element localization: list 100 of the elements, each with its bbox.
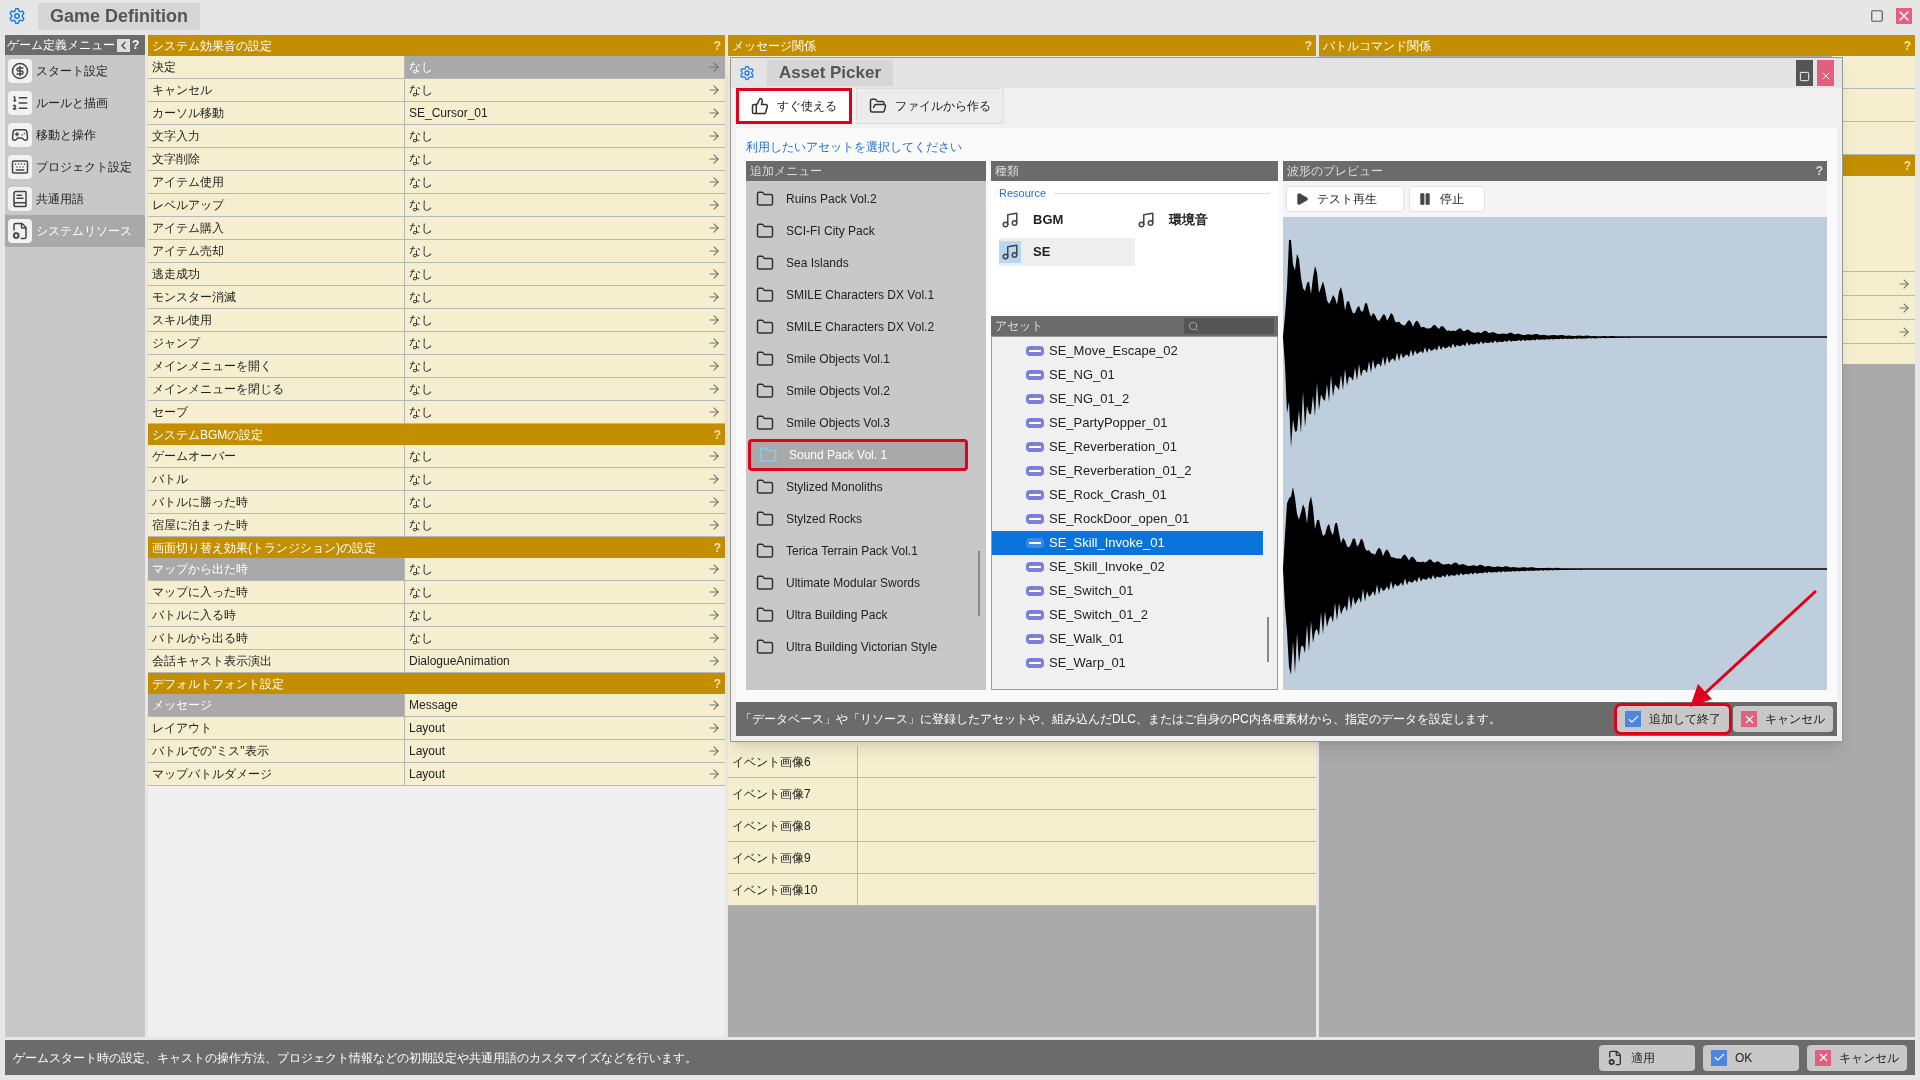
pack-item[interactable]: Terica Terrain Pack Vol.1 [748, 535, 968, 567]
tab[interactable]: すぐ使える [736, 88, 852, 124]
sidebar-item[interactable]: ルールと描画 [5, 87, 145, 119]
collapse-icon[interactable] [117, 38, 130, 52]
setting-value[interactable]: なし [405, 240, 725, 262]
setting-value[interactable]: なし [405, 401, 725, 423]
arrow-icon[interactable] [707, 518, 721, 532]
arrow-icon[interactable] [707, 654, 721, 668]
asset-item[interactable]: SE_PartyPopper_01 [992, 411, 1263, 435]
setting-value[interactable]: なし [405, 514, 725, 536]
pack-item[interactable]: Stylzed Rocks [748, 503, 968, 535]
arrow-icon[interactable] [707, 221, 721, 235]
sidebar-item[interactable]: 移動と操作 [5, 119, 145, 151]
setting-value[interactable]: なし [405, 581, 725, 603]
asset-item[interactable]: SE_Walk_01 [992, 627, 1263, 651]
setting-value[interactable]: なし [405, 79, 725, 101]
close-button[interactable] [1817, 60, 1834, 86]
search-field[interactable] [1184, 318, 1274, 334]
setting-value[interactable]: なし [405, 468, 725, 490]
setting-value[interactable]: Layout [405, 740, 725, 762]
arrow-icon[interactable] [707, 152, 721, 166]
setting-value[interactable]: なし [405, 491, 725, 513]
confirm-button[interactable]: OK [1703, 1044, 1799, 1071]
scrollbar[interactable] [1267, 617, 1269, 662]
sidebar-item[interactable]: 共通用語 [5, 183, 145, 215]
cancel-button[interactable]: キャンセル [1733, 706, 1833, 732]
scrollbar[interactable] [978, 551, 980, 616]
cancel-button[interactable]: キャンセル [1807, 1044, 1907, 1071]
type-item[interactable]: BGM [999, 205, 1135, 234]
asset-item[interactable]: SE_Skill_Invoke_01 [992, 531, 1263, 555]
asset-item[interactable]: SE_Rock_Crash_01 [992, 483, 1263, 507]
arrow-icon[interactable] [707, 495, 721, 509]
pack-item[interactable]: SCI-FI City Pack [748, 215, 968, 247]
setting-value[interactable]: なし [405, 355, 725, 377]
arrow-icon[interactable] [707, 175, 721, 189]
asset-item[interactable]: SE_Reverberation_01_2 [992, 459, 1263, 483]
arrow-icon[interactable] [707, 767, 721, 781]
arrow-icon[interactable] [707, 562, 721, 576]
type-item[interactable]: SE [999, 237, 1135, 266]
tab[interactable]: ファイルから作る [856, 88, 1004, 124]
confirm-button[interactable]: 追加して終了 [1617, 706, 1729, 732]
setting-value[interactable]: なし [405, 309, 725, 331]
arrow-icon[interactable] [707, 359, 721, 373]
arrow-icon[interactable] [707, 313, 721, 327]
setting-value[interactable]: SE_Cursor_01 [405, 102, 725, 124]
test-play-button[interactable]: テスト再生 [1286, 186, 1404, 212]
setting-value[interactable]: Layout [405, 717, 725, 739]
pack-item[interactable]: Ultra Building Victorian Style [748, 631, 968, 663]
table-row[interactable]: イベント画像9 [728, 842, 1316, 874]
arrow-icon[interactable] [707, 721, 721, 735]
table-row[interactable]: イベント画像6 [728, 746, 1316, 778]
arrow-icon[interactable] [707, 631, 721, 645]
pack-item[interactable]: Ultra Building Pack [748, 599, 968, 631]
setting-value[interactable]: なし [405, 378, 725, 400]
pack-item[interactable]: Stylized Monoliths [748, 471, 968, 503]
setting-value[interactable]: なし [405, 627, 725, 649]
arrow-icon[interactable] [707, 405, 721, 419]
arrow-icon[interactable] [707, 744, 721, 758]
arrow-icon[interactable] [707, 449, 721, 463]
pack-item[interactable]: Sea Islands [748, 247, 968, 279]
setting-value[interactable]: Message [405, 694, 725, 716]
asset-item[interactable]: SE_Reverberation_01 [992, 435, 1263, 459]
arrow-icon[interactable] [707, 290, 721, 304]
arrow-icon[interactable] [707, 608, 721, 622]
pack-item[interactable]: SMILE Characters DX Vol.2 [748, 311, 968, 343]
setting-value[interactable]: なし [405, 445, 725, 467]
arrow-icon[interactable] [707, 472, 721, 486]
asset-item[interactable]: SE_Switch_01_2 [992, 603, 1263, 627]
pack-item[interactable]: Ruins Pack Vol.2 [748, 183, 968, 215]
setting-value[interactable]: なし [405, 217, 725, 239]
arrow-icon[interactable] [707, 382, 721, 396]
table-row[interactable]: イベント画像10 [728, 874, 1316, 906]
help-mark[interactable]: ? [132, 36, 140, 54]
arrow-icon[interactable] [707, 129, 721, 143]
arrow-icon[interactable] [707, 585, 721, 599]
arrow-icon[interactable] [707, 198, 721, 212]
pack-item[interactable]: Ultimate Modular Swords [748, 567, 968, 599]
setting-value[interactable]: なし [405, 332, 725, 354]
setting-value[interactable]: なし [405, 558, 725, 580]
maximize-button[interactable] [1796, 60, 1813, 86]
sidebar-item[interactable]: スタート設定 [5, 55, 145, 87]
help-mark[interactable]: ? [1815, 162, 1823, 180]
setting-value[interactable]: なし [405, 604, 725, 626]
arrow-icon[interactable] [707, 83, 721, 97]
arrow-icon[interactable] [707, 60, 721, 74]
setting-value[interactable]: なし [405, 263, 725, 285]
setting-value[interactable]: なし [405, 194, 725, 216]
setting-value[interactable]: なし [405, 171, 725, 193]
asset-item[interactable]: SE_Switch_01 [992, 579, 1263, 603]
pack-item[interactable]: Smile Objects Vol.1 [748, 343, 968, 375]
asset-item[interactable]: SE_Warp_01 [992, 651, 1263, 675]
asset-item[interactable]: SE_Skill_Invoke_02 [992, 555, 1263, 579]
setting-value[interactable]: Layout [405, 763, 725, 785]
type-item[interactable]: 環境音 [1134, 205, 1270, 234]
table-row[interactable]: イベント画像7 [728, 778, 1316, 810]
arrow-icon[interactable] [707, 106, 721, 120]
arrow-icon[interactable] [707, 267, 721, 281]
arrow-icon[interactable] [707, 244, 721, 258]
pack-item[interactable]: SMILE Characters DX Vol.1 [748, 279, 968, 311]
asset-item[interactable]: SE_NG_01_2 [992, 387, 1263, 411]
